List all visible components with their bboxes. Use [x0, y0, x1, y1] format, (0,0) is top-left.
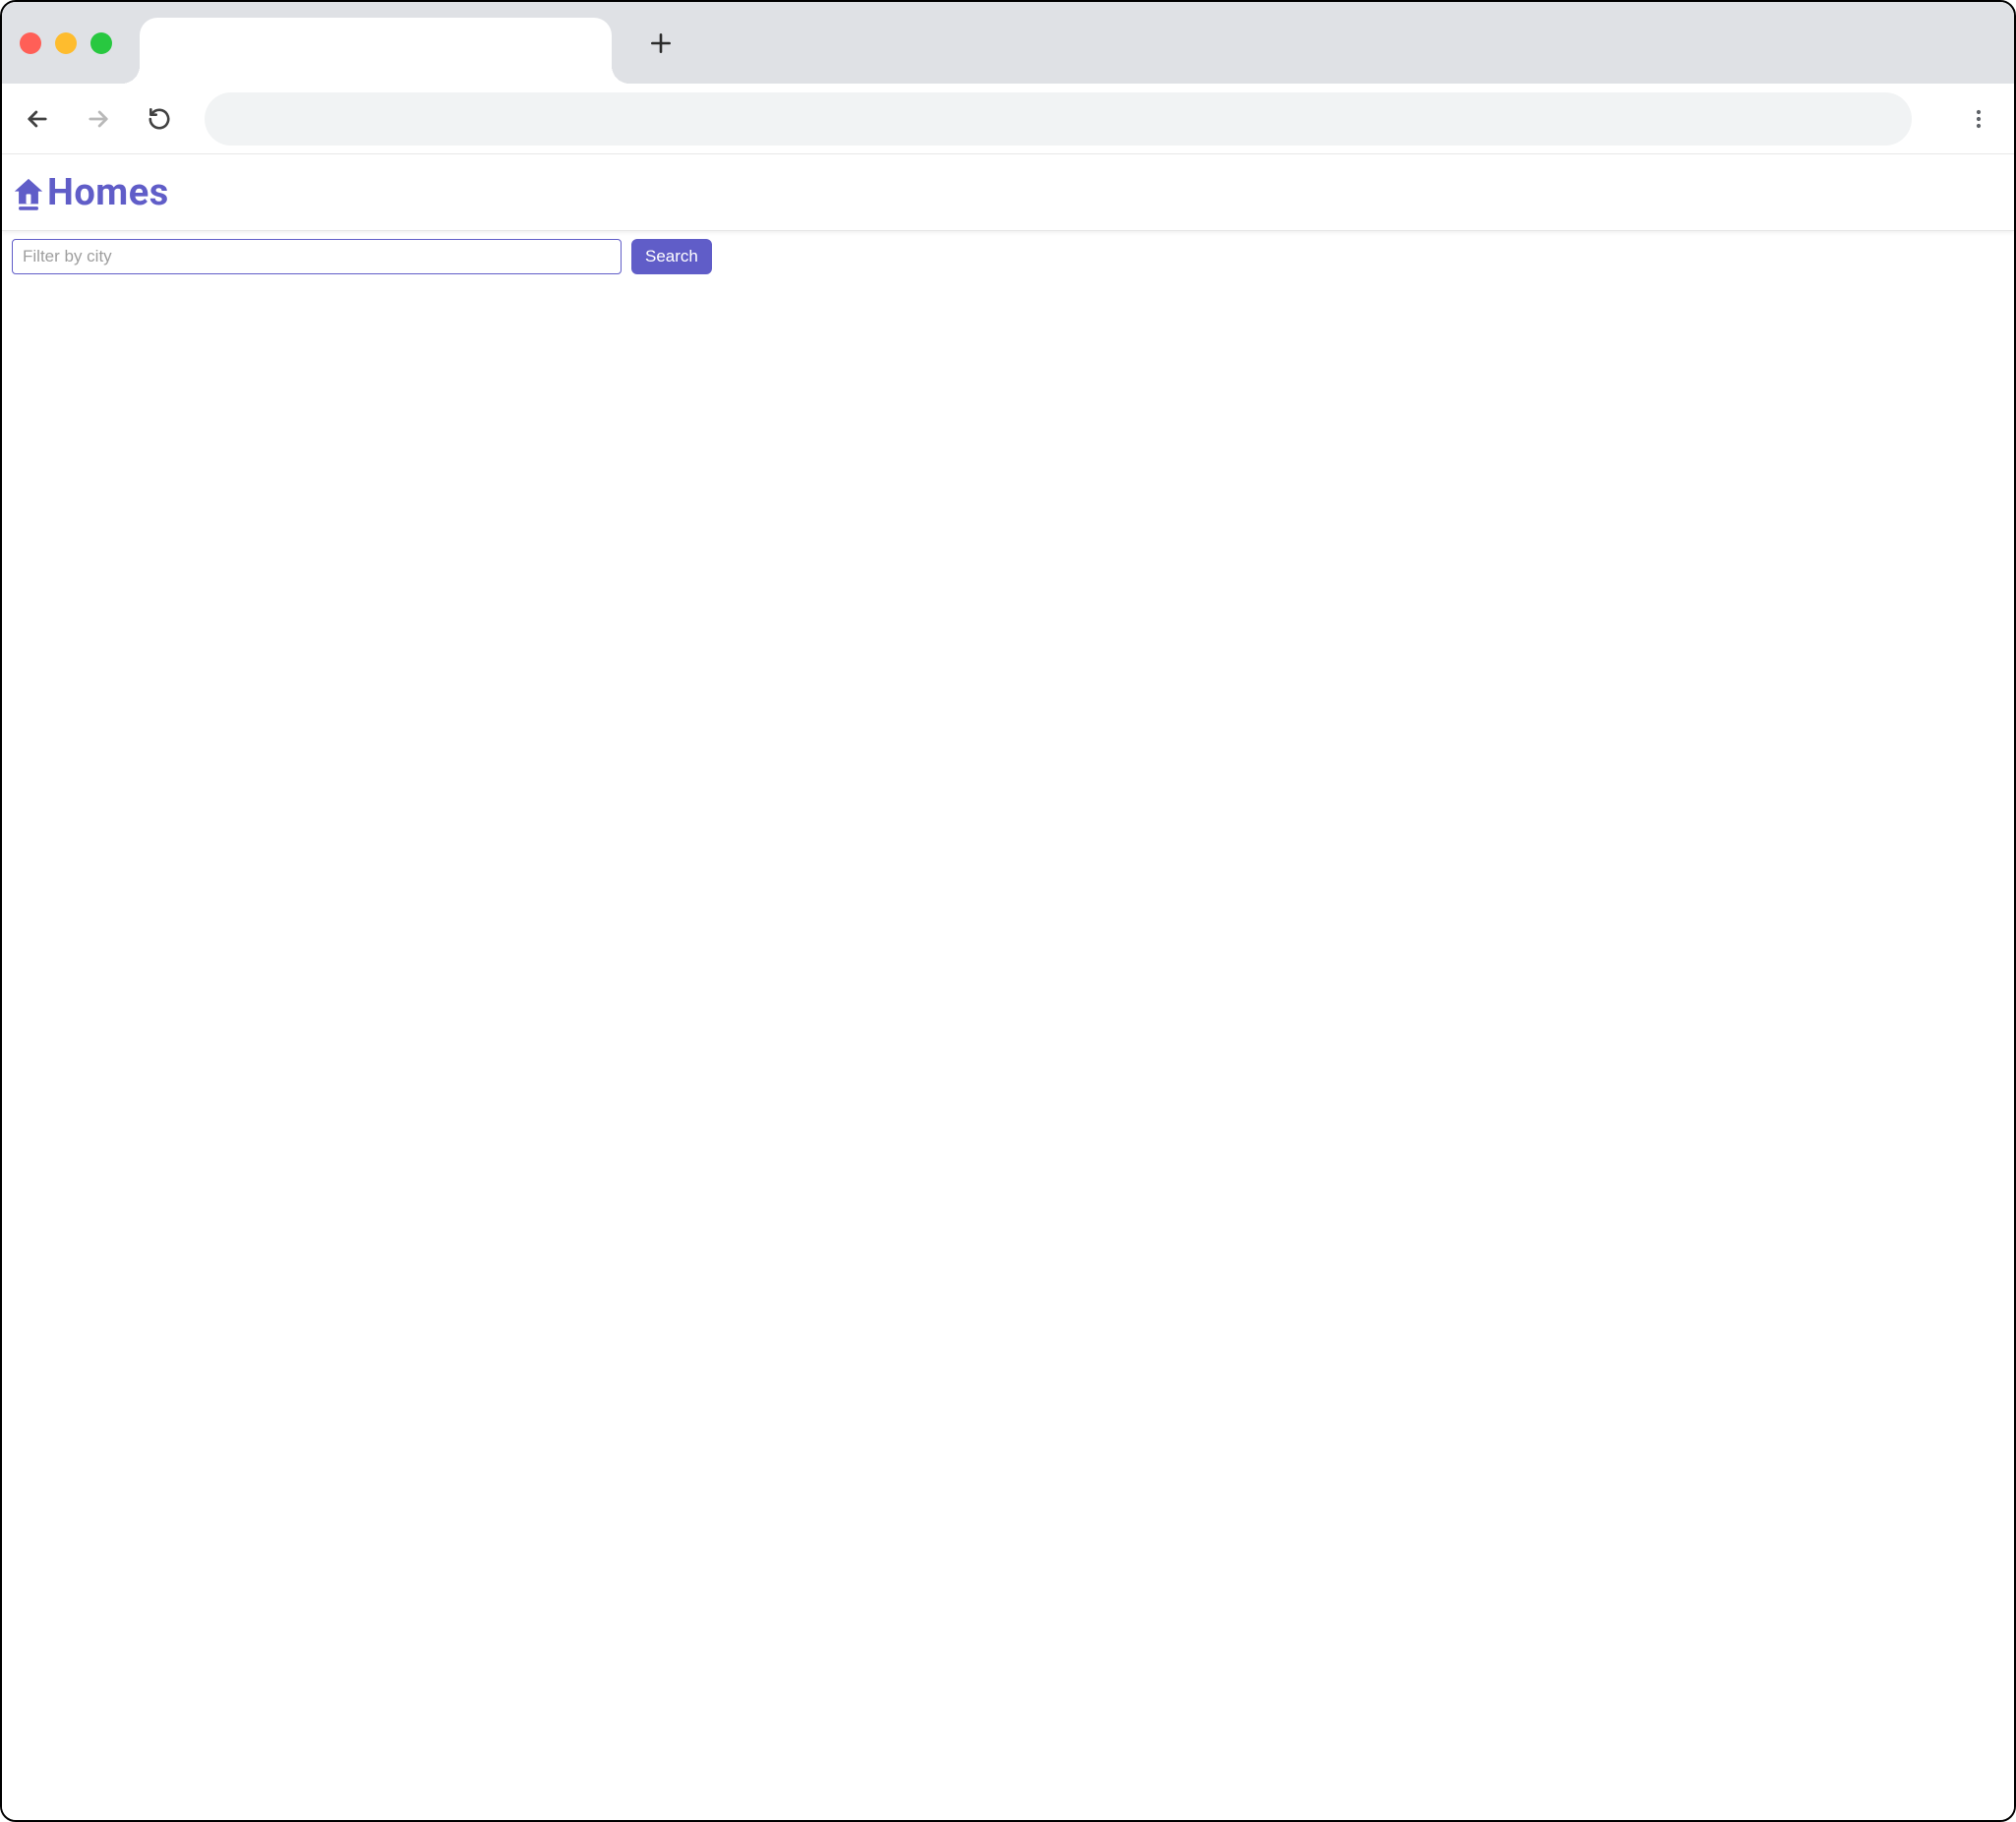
minimize-window-button[interactable]: [55, 32, 77, 54]
app-header: Homes: [2, 154, 2014, 231]
reload-button[interactable]: [138, 97, 181, 141]
forward-button[interactable]: [77, 97, 120, 141]
city-filter-input[interactable]: [12, 239, 622, 274]
browser-tab-strip: [2, 2, 2014, 84]
new-tab-button[interactable]: [641, 24, 681, 63]
window-controls: [20, 32, 112, 54]
kebab-icon: [1967, 107, 1990, 131]
brand-name: Homes: [47, 171, 169, 214]
browser-toolbar: [2, 84, 2014, 154]
reload-icon: [147, 106, 172, 132]
back-button[interactable]: [16, 97, 59, 141]
arrow-left-icon: [24, 105, 51, 133]
maximize-window-button[interactable]: [90, 32, 112, 54]
browser-menu-button[interactable]: [1957, 97, 2000, 141]
plus-icon: [648, 30, 674, 56]
house-icon: [12, 173, 45, 212]
close-window-button[interactable]: [20, 32, 41, 54]
browser-tab[interactable]: [140, 18, 612, 84]
address-bar[interactable]: [205, 92, 1912, 146]
search-form: Search: [2, 231, 2014, 282]
search-button[interactable]: Search: [631, 239, 712, 274]
arrow-right-icon: [85, 105, 112, 133]
